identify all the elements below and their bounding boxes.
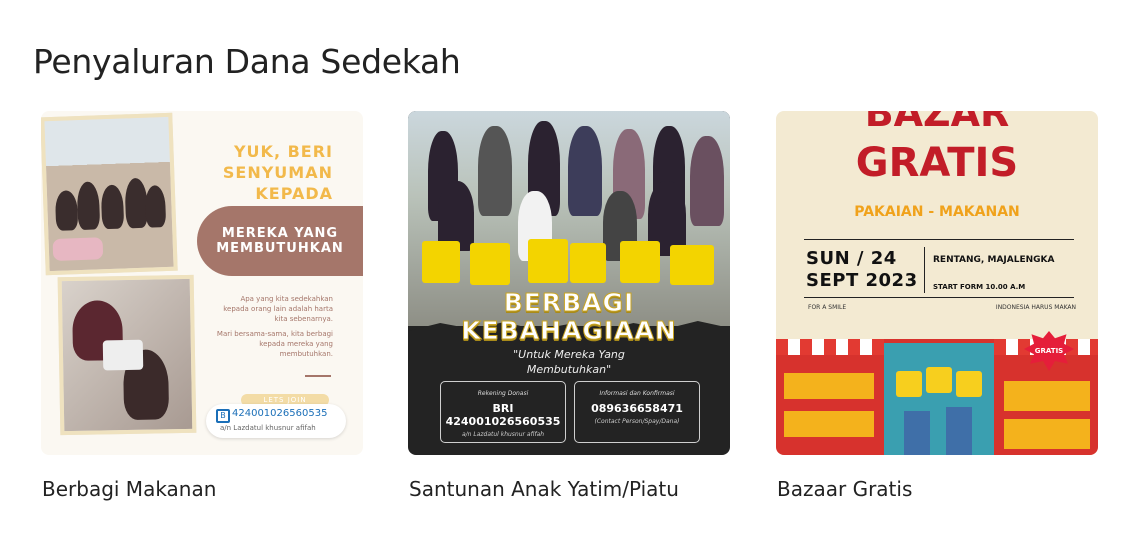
donation-account-box: Rekening Donasi BRI 424001026560535 a/n … [440, 381, 566, 443]
poster-pill: MEREKA YANG MEMBUTUHKAN [197, 206, 363, 276]
contact-box: Informasi dan Konfirmasi 089636658471 (C… [574, 381, 700, 443]
poster-photo-group [41, 112, 178, 276]
card-title[interactable]: Bazaar Gratis [777, 477, 1098, 501]
bank-logo-icon: B [216, 409, 230, 423]
poster-text-1: Apa yang kita sedekahkan kepada orang la… [223, 295, 333, 323]
poster-start-time: START FORM 10.00 A.M [933, 283, 1026, 291]
poster-image[interactable]: BAZAR GRATIS PAKAIAN - MAKANAN SUN / 24 … [776, 111, 1098, 455]
poster-photo-children [57, 274, 197, 436]
poster-heading: YUK, BERI SENYUMAN KEPADA [222, 142, 333, 203]
awning [776, 339, 884, 355]
poster-tagline-right: INDONESIA HARUS MAKAN [995, 304, 1076, 311]
poster-image[interactable]: YUK, BERI SENYUMAN KEPADA MEREKA YANG ME… [41, 111, 363, 455]
poster-tagline-left: FOR A SMILE [808, 304, 847, 311]
poster-heading-bazar: BAZAR [864, 111, 1010, 135]
poster-heading-gratis: GRATIS [855, 140, 1019, 186]
section-title: Penyaluran Dana Sedekah [33, 42, 461, 81]
account-name: a/n Lazdatul khusnur afifah [220, 424, 316, 432]
clothes-stall [884, 343, 994, 455]
account-number: 424001026560535 [232, 408, 328, 419]
divider [804, 239, 1074, 240]
divider [924, 247, 925, 293]
poster-heading-1: BERBAGI [503, 288, 635, 318]
poster-subheading: PAKAIAN - MAKANAN [854, 204, 1020, 220]
poster-heading-2: KEBAHAGIAAN [461, 316, 677, 346]
poster-date: SUN / 24 SEPT 2023 [806, 248, 918, 291]
poster-location: RENTANG, MAJALENGKA [933, 255, 1055, 265]
card-title[interactable]: Berbagi Makanan [42, 477, 363, 501]
divider [305, 375, 331, 377]
divider [804, 297, 1074, 298]
poster-text-2: Mari bersama-sama, kita berbagi kepada m… [216, 330, 333, 358]
card-berbagi-makanan[interactable]: YUK, BERI SENYUMAN KEPADA MEREKA YANG ME… [41, 111, 363, 501]
account-box: B 424001026560535 a/n Lazdatul khusnur a… [206, 404, 346, 438]
card-title[interactable]: Santunan Anak Yatim/Piatu [409, 477, 730, 501]
card-bazaar-gratis[interactable]: BAZAR GRATIS PAKAIAN - MAKANAN SUN / 24 … [776, 111, 1098, 501]
card-santunan-anak-yatim[interactable]: BERBAGI KEBAHAGIAAN "Untuk Mereka Yang M… [408, 111, 730, 501]
poster-image[interactable]: BERBAGI KEBAHAGIAAN "Untuk Mereka Yang M… [408, 111, 730, 455]
poster-quote: "Untuk Mereka Yang Membutuhkan" [513, 348, 625, 376]
